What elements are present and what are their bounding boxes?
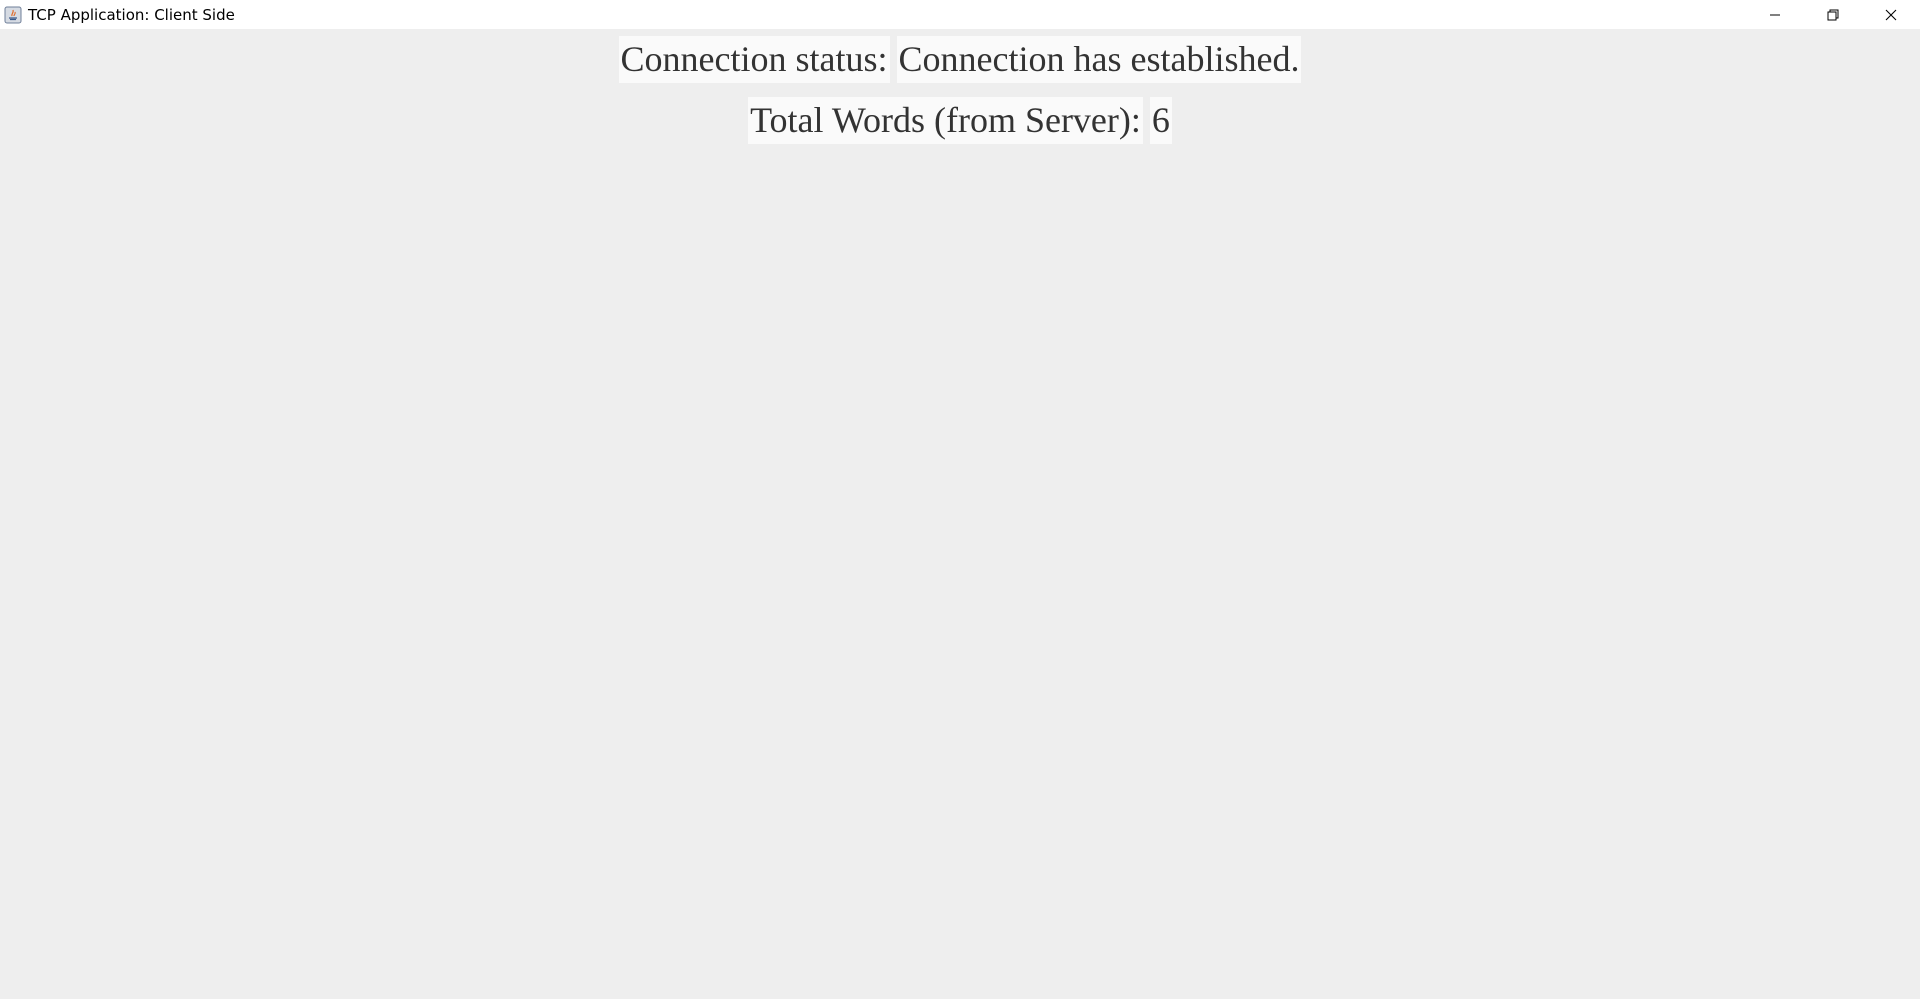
close-button[interactable] (1862, 0, 1920, 29)
title-bar[interactable]: TCP Application: Client Side (0, 0, 1920, 29)
close-icon (1885, 9, 1897, 20)
connection-status-row: Connection status: Connection has establ… (0, 36, 1920, 83)
total-words-row: Total Words (from Server): 6 (0, 97, 1920, 144)
restore-icon (1827, 9, 1839, 20)
total-words-label: Total Words (from Server): (748, 97, 1143, 144)
java-icon (4, 6, 22, 23)
total-words-value: 6 (1149, 97, 1172, 144)
minimize-icon (1770, 14, 1780, 15)
restore-button[interactable] (1804, 0, 1862, 29)
content-panel: Connection status: Connection has establ… (0, 29, 1920, 999)
minimize-button[interactable] (1746, 0, 1804, 29)
connection-status-value: Connection has established. (896, 36, 1302, 83)
window-title: TCP Application: Client Side (28, 5, 235, 24)
application-window: TCP Application: Client Side Connection … (0, 0, 1920, 999)
window-controls (1746, 0, 1920, 29)
connection-status-label: Connection status: (618, 36, 890, 83)
